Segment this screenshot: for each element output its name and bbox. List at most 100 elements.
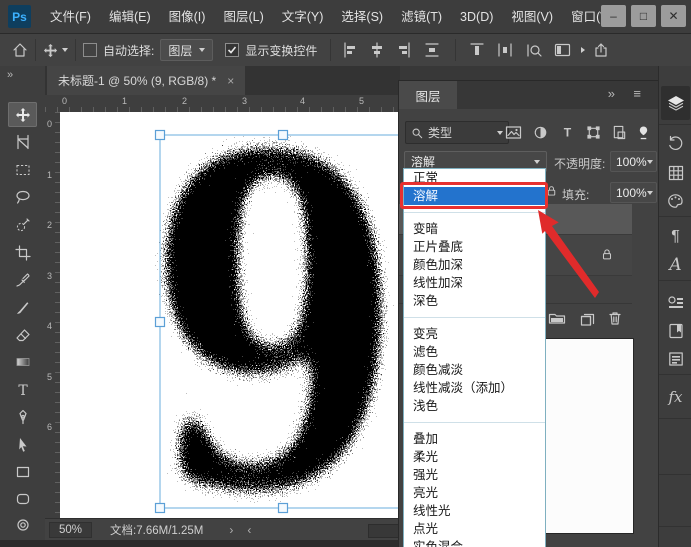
- tool-ellipse[interactable]: [8, 512, 37, 537]
- tool-quick-select[interactable]: [8, 212, 37, 237]
- share-export-icon[interactable]: [593, 42, 609, 58]
- minimize-button[interactable]: –: [601, 5, 626, 27]
- zoom-level-field[interactable]: 50%: [49, 522, 92, 538]
- dock-history-icon[interactable]: [661, 128, 690, 158]
- align-left-edges-icon[interactable]: [343, 42, 359, 58]
- align-h-centers-icon[interactable]: [369, 42, 385, 58]
- blend-option-lighten[interactable]: 变亮: [404, 325, 545, 343]
- layers-tab[interactable]: 图层: [399, 81, 457, 109]
- auto-select-checkbox[interactable]: [83, 43, 97, 57]
- dock-styles-fx-icon[interactable]: fx: [661, 382, 690, 412]
- distribute-h-icon[interactable]: [497, 42, 513, 58]
- tool-lasso[interactable]: [8, 184, 37, 209]
- panel-collapse-icon[interactable]: »: [608, 86, 615, 101]
- distribute-v-icon[interactable]: [424, 42, 440, 58]
- dock-libraries-icon[interactable]: [661, 288, 690, 318]
- tool-eraser[interactable]: [8, 322, 37, 347]
- canvas[interactable]: 9: [60, 112, 400, 518]
- tool-move[interactable]: [8, 102, 37, 127]
- close-button[interactable]: ✕: [661, 5, 686, 27]
- blend-option-hard-mix[interactable]: 实色混合: [404, 538, 545, 547]
- new-layer-button[interactable]: [579, 310, 596, 326]
- tab-close-icon[interactable]: ×: [227, 74, 234, 88]
- menu-layer[interactable]: 图层(L): [214, 1, 272, 33]
- blend-option-pin-light[interactable]: 点光: [404, 520, 545, 538]
- opacity-field[interactable]: 100%: [610, 151, 657, 172]
- filter-smart-objects-icon[interactable]: [612, 125, 627, 140]
- menu-edit[interactable]: 编辑(E): [100, 1, 160, 33]
- workspace-icon[interactable]: [554, 43, 571, 58]
- menu-view[interactable]: 视图(V): [502, 1, 562, 33]
- show-transform-checkbox[interactable]: [225, 43, 239, 57]
- layer-filter-dropdown[interactable]: 类型: [405, 121, 509, 144]
- blend-option-overlay[interactable]: 叠加: [404, 430, 545, 448]
- horizontal-ruler: 0 1 2 3 4 5: [45, 95, 400, 113]
- blend-option-vivid-light[interactable]: 亮光: [404, 484, 545, 502]
- tool-pen[interactable]: [8, 404, 37, 429]
- filter-pixel-layers-icon[interactable]: [505, 125, 522, 140]
- panel-menu-icon[interactable]: ≡: [633, 86, 641, 101]
- maximize-button[interactable]: □: [631, 5, 656, 27]
- blend-option-linear-dodge[interactable]: 线性减淡（添加）: [404, 379, 545, 397]
- blend-option-linear-burn[interactable]: 线性加深: [404, 274, 545, 292]
- menu-image[interactable]: 图像(I): [160, 1, 215, 33]
- dock-bookmark-icon[interactable]: [661, 316, 690, 346]
- status-chevron-left[interactable]: ‹: [247, 523, 251, 537]
- move-tool-preset-icon[interactable]: [43, 43, 68, 58]
- new-group-button[interactable]: [548, 310, 566, 326]
- auto-select-target-dropdown[interactable]: 图层: [160, 39, 213, 61]
- filter-adjustment-layers-icon[interactable]: [533, 125, 548, 140]
- align-right-edges-icon[interactable]: [395, 42, 411, 58]
- blend-option-lighter-color[interactable]: 浅色: [404, 397, 545, 415]
- horizontal-scrollbar[interactable]: [368, 524, 400, 538]
- ruler-number: 6: [47, 422, 52, 432]
- blend-option-color-dodge[interactable]: 颜色减淡: [404, 361, 545, 379]
- filter-toggle-pin-icon[interactable]: [637, 125, 650, 140]
- lock-transparency-icon[interactable]: [545, 184, 558, 198]
- filter-type-layers-icon[interactable]: T: [560, 125, 575, 140]
- tool-frame[interactable]: [8, 129, 37, 154]
- dock-swatches-icon[interactable]: [661, 158, 690, 188]
- filter-shape-layers-icon[interactable]: [586, 125, 601, 140]
- delete-layer-button[interactable]: [607, 310, 623, 326]
- blend-option-dissolve-selected[interactable]: 溶解: [404, 187, 545, 205]
- dock-paragraph-icon[interactable]: ¶: [661, 222, 690, 252]
- dock-color-icon[interactable]: [661, 186, 690, 216]
- blend-option-darker-color[interactable]: 深色: [404, 292, 545, 310]
- tool-type[interactable]: T: [8, 377, 37, 402]
- tool-brush[interactable]: [8, 295, 37, 320]
- tool-eyedropper[interactable]: [8, 267, 37, 292]
- dock-character-icon[interactable]: A: [661, 250, 690, 280]
- document-title: 未标题-1 @ 50% (9, RGB/8) *: [58, 72, 216, 89]
- menu-filter[interactable]: 滤镜(T): [392, 1, 451, 33]
- tool-gradient[interactable]: [8, 349, 37, 374]
- tools-collapse-button[interactable]: »: [7, 69, 13, 81]
- zoom-search-icon[interactable]: [525, 42, 542, 59]
- lock-icon: [600, 247, 614, 262]
- blend-option-multiply[interactable]: 正片叠底: [404, 238, 545, 256]
- blend-option-linear-light[interactable]: 线性光: [404, 502, 545, 520]
- blend-option-normal[interactable]: 正常: [404, 169, 545, 187]
- tool-rounded-rectangle[interactable]: [8, 486, 37, 511]
- document-tab[interactable]: 未标题-1 @ 50% (9, RGB/8) * ×: [47, 66, 245, 95]
- dock-layers-icon[interactable]: [661, 86, 690, 120]
- menu-select[interactable]: 选择(S): [332, 1, 392, 33]
- status-chevron-right[interactable]: ›: [229, 523, 233, 537]
- menu-3d[interactable]: 3D(D): [451, 1, 502, 33]
- align-top-icon[interactable]: [469, 42, 485, 58]
- home-icon[interactable]: [12, 42, 28, 58]
- dock-notes-icon[interactable]: [661, 344, 690, 374]
- tool-rect-marquee[interactable]: [8, 157, 37, 182]
- blend-option-color-burn[interactable]: 颜色加深: [404, 256, 545, 274]
- tool-crop[interactable]: [8, 240, 37, 265]
- transform-bounding-box[interactable]: [60, 112, 400, 518]
- fill-field[interactable]: 100%: [610, 182, 657, 203]
- blend-option-hard-light[interactable]: 强光: [404, 466, 545, 484]
- menu-file[interactable]: 文件(F): [41, 1, 100, 33]
- tool-rectangle-shape[interactable]: [8, 459, 37, 484]
- tool-path-select[interactable]: [8, 432, 37, 457]
- blend-option-soft-light[interactable]: 柔光: [404, 448, 545, 466]
- blend-option-darken[interactable]: 变暗: [404, 220, 545, 238]
- menu-type[interactable]: 文字(Y): [273, 1, 333, 33]
- blend-option-screen[interactable]: 滤色: [404, 343, 545, 361]
